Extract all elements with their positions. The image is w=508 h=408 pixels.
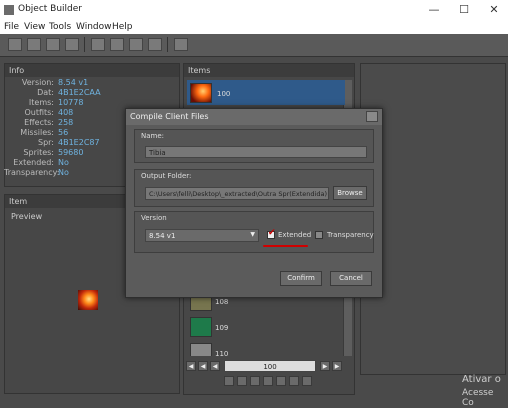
new-item-icon[interactable]	[276, 376, 286, 386]
list-item[interactable]: 100	[187, 80, 345, 105]
extended-checkbox[interactable]: ✔	[267, 228, 276, 239]
info-value: 10778	[58, 98, 84, 107]
info-panel-title: Info	[5, 64, 179, 77]
transparency-label: Transparency	[327, 231, 374, 239]
first-page-button[interactable]: ◀	[186, 361, 196, 371]
prev-button[interactable]: ◀	[210, 361, 220, 371]
list-item[interactable]: 110	[187, 340, 345, 356]
chevron-down-icon: ▼	[250, 231, 255, 238]
toolbar-separator	[167, 37, 168, 52]
info-value: 59680	[58, 148, 84, 157]
duplicate-icon[interactable]	[263, 376, 273, 386]
export-icon[interactable]	[237, 376, 247, 386]
item-id: 108	[215, 298, 229, 306]
info-value: 56	[58, 128, 69, 137]
name-label: Name:	[141, 132, 165, 140]
output-folder-field[interactable]: C:\Users\felli\Desktop\_extracted\Outra …	[145, 187, 329, 200]
compile-dialog: Compile Client Files Name: Tibia Output …	[125, 108, 383, 298]
version-select-value: 8.54 v1	[149, 232, 176, 240]
delete-icon[interactable]	[302, 376, 312, 386]
window-title: Object Builder	[18, 4, 83, 14]
name-field[interactable]: Tibia	[145, 146, 367, 158]
info-key: Effects:	[24, 118, 54, 127]
info-value: No	[58, 158, 69, 167]
items-panel-title: Items	[184, 64, 354, 77]
item-id: 110	[215, 350, 229, 356]
log-window-icon[interactable]	[174, 38, 188, 51]
menu-tools[interactable]: Tools	[49, 22, 71, 32]
new-file-icon[interactable]	[8, 38, 22, 51]
item-thumbnail	[190, 343, 212, 356]
info-value: 4B1E2CAA	[58, 88, 101, 97]
open-file-icon[interactable]	[27, 38, 41, 51]
sprites-grid-icon[interactable]	[129, 38, 143, 51]
compile-as-icon[interactable]	[65, 38, 79, 51]
info-key: Extended:	[13, 158, 54, 167]
info-value: No	[58, 168, 69, 177]
menu-bar: File View Tools Window Help	[0, 20, 508, 34]
toolbar	[0, 34, 508, 57]
red-underline-annotation	[263, 245, 308, 247]
info-key: Spr:	[38, 138, 54, 147]
transparency-checkbox[interactable]	[315, 231, 323, 239]
last-page-button[interactable]: ▶	[332, 361, 342, 371]
info-key: Items:	[28, 98, 54, 107]
browse-button[interactable]: Browse	[333, 186, 367, 200]
info-key: Outfits:	[24, 108, 54, 117]
info-key: Sprites:	[23, 148, 54, 157]
info-value: 408	[58, 108, 74, 117]
replace-icon[interactable]	[224, 376, 234, 386]
version-label: Version	[141, 214, 167, 222]
info-value: 8.54 v1	[58, 78, 89, 87]
output-folder-group: Output Folder: C:\Users\felli\Desktop\_e…	[134, 169, 374, 207]
info-value: 4B1E2C87	[58, 138, 100, 147]
prev-page-button[interactable]: ◀	[198, 361, 208, 371]
extended-label: Extended	[278, 231, 312, 239]
activation-watermark-line2: Acesse Co	[462, 388, 494, 408]
version-group: Version 8.54 v1 ▼ ✔ Extended Transparenc…	[134, 211, 374, 253]
menu-file[interactable]: File	[4, 22, 19, 32]
version-select[interactable]: 8.54 v1 ▼	[145, 229, 259, 242]
item-thumbnail	[190, 83, 212, 103]
binoculars-icon[interactable]	[91, 38, 105, 51]
window-titlebar: Object Builder — ☐ ✕	[0, 0, 508, 20]
activation-watermark-line1: Ativar o	[462, 374, 501, 385]
animation-icon[interactable]	[148, 38, 162, 51]
item-thumbnail	[190, 317, 212, 337]
info-value: 258	[58, 118, 74, 127]
maximize-button[interactable]: ☐	[454, 2, 474, 18]
menu-window[interactable]: Window	[76, 22, 112, 32]
confirm-button[interactable]: Confirm	[280, 271, 322, 286]
item-preview-image	[78, 290, 98, 310]
list-item[interactable]: 109	[187, 314, 345, 339]
output-folder-label: Output Folder:	[141, 172, 192, 180]
dialog-title: Compile Client Files	[130, 112, 209, 121]
minimize-button[interactable]: —	[424, 2, 444, 18]
search-icon[interactable]	[110, 38, 124, 51]
menu-help[interactable]: Help	[112, 22, 133, 32]
name-group: Name: Tibia	[134, 129, 374, 163]
close-button[interactable]: ✕	[484, 2, 504, 18]
item-id-stepper[interactable]: 100	[224, 360, 316, 372]
dialog-close-button[interactable]	[366, 111, 378, 122]
next-button[interactable]: ▶	[320, 361, 330, 371]
compile-icon[interactable]	[46, 38, 60, 51]
info-key: Version:	[21, 78, 54, 87]
info-key: Missiles:	[20, 128, 54, 137]
toolbar-separator	[84, 37, 85, 52]
info-key: Dat:	[37, 88, 54, 97]
check-icon: ✔	[268, 228, 276, 238]
item-id: 100	[217, 90, 231, 98]
item-id: 109	[215, 324, 229, 332]
cancel-button[interactable]: Cancel	[330, 271, 372, 286]
menu-view[interactable]: View	[24, 22, 45, 32]
import-icon[interactable]	[289, 376, 299, 386]
app-icon	[4, 5, 14, 15]
dialog-titlebar: Compile Client Files	[126, 109, 382, 125]
edit-icon[interactable]	[250, 376, 260, 386]
info-key: Transparency:	[4, 168, 60, 177]
